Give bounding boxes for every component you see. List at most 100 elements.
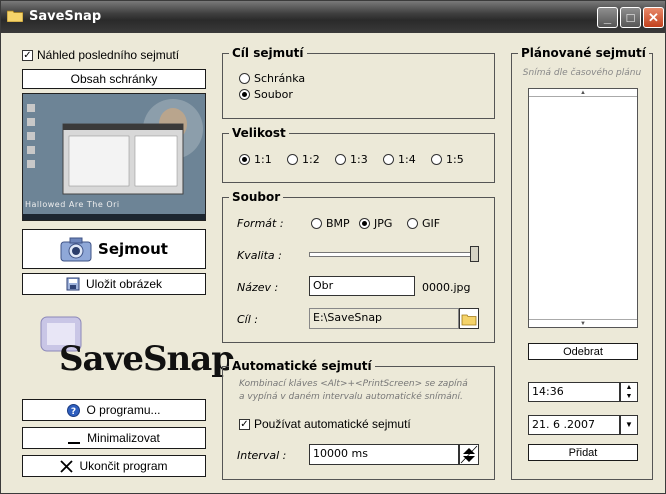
add-button[interactable]: Přidat xyxy=(528,444,638,461)
target-option-clipboard[interactable]: Schránka xyxy=(239,72,305,85)
svg-text:?: ? xyxy=(71,407,76,417)
planned-group: Plánované sejmutí Snímá dle časového plá… xyxy=(511,46,653,480)
planned-subtitle: Snímá dle časového plánu xyxy=(522,68,642,78)
app-logo: SaveSnap xyxy=(39,311,235,389)
size-option-label: 1:4 xyxy=(398,153,416,166)
planned-group-title: Plánované sejmutí xyxy=(518,46,649,60)
quality-slider-track xyxy=(309,252,479,257)
about-button-label: O programu... xyxy=(86,403,161,417)
target-option-clipboard-label: Schránka xyxy=(254,72,306,85)
app-window: SaveSnap _ □ ✕ ✓ Náhled posledního sejmu… xyxy=(0,0,666,494)
radio-icon xyxy=(407,218,418,229)
format-option-jpg[interactable]: JPG xyxy=(359,217,392,230)
save-image-icon xyxy=(66,277,80,291)
radio-selected-icon xyxy=(359,218,370,229)
scroll-down-icon[interactable]: ▼ xyxy=(529,319,637,327)
capture-button[interactable]: Sejmout xyxy=(22,229,206,269)
size-group: Velikost 1:1 1:2 1:3 1:4 1:5 xyxy=(222,126,495,183)
client-area: ✓ Náhled posledního sejmutí Obsah schrán… xyxy=(5,33,661,489)
remove-button[interactable]: Odebrat xyxy=(528,343,638,360)
radio-icon xyxy=(239,73,250,84)
spin-down-icon[interactable]: ▼ xyxy=(621,392,637,401)
size-option-label: 1:5 xyxy=(446,153,464,166)
camera-icon xyxy=(60,237,92,262)
auto-group: Automatické sejmutí Kombinací kláves <Al… xyxy=(222,359,495,480)
schedule-list[interactable]: ▲ ▼ xyxy=(528,88,638,328)
auto-hint-line1: Kombinací kláves <Alt>+<PrintScreen> se … xyxy=(239,379,468,389)
destination-label: Cíl : xyxy=(237,313,258,326)
interval-input[interactable]: 10000 ms xyxy=(309,444,459,465)
destination-path: E:\SaveSnap xyxy=(309,308,459,329)
help-icon: ? xyxy=(67,403,81,417)
radio-icon xyxy=(287,154,298,165)
clipboard-button[interactable]: Obsah schránky xyxy=(22,69,206,89)
scroll-up-icon[interactable]: ▲ xyxy=(529,89,637,97)
format-option-bmp[interactable]: BMP xyxy=(311,217,350,230)
target-option-file[interactable]: Soubor xyxy=(239,88,293,101)
preview-checkbox[interactable]: ✓ Náhled posledního sejmutí xyxy=(22,48,179,62)
file-group: Soubor Formát : BMP JPG GIF Kvalita : Ná… xyxy=(222,190,495,343)
preview-checkbox-label: Náhled posledního sejmutí xyxy=(37,48,180,62)
quality-slider-thumb[interactable] xyxy=(470,246,479,262)
size-option-label: 1:2 xyxy=(302,153,320,166)
date-dropdown-button[interactable]: ▼ xyxy=(620,415,638,435)
name-label: Název : xyxy=(237,281,279,294)
folder-icon xyxy=(7,10,23,22)
quality-label: Kvalita : xyxy=(237,249,282,262)
target-option-file-label: Soubor xyxy=(254,88,293,101)
format-option-gif[interactable]: GIF xyxy=(407,217,440,230)
about-button[interactable]: ? O programu... xyxy=(22,399,206,421)
save-image-button[interactable]: Uložit obrázek xyxy=(22,273,206,295)
radio-icon xyxy=(431,154,442,165)
logo-text: SaveSnap xyxy=(59,339,235,379)
add-button-label: Přidat xyxy=(568,446,598,459)
minimize-window-button[interactable]: _ xyxy=(597,7,618,28)
quality-slider[interactable] xyxy=(309,246,479,262)
checkbox-checked-icon: ✓ xyxy=(22,49,33,61)
capture-button-label: Sejmout xyxy=(98,240,168,258)
filename-suffix: 0000.jpg xyxy=(422,281,471,294)
radio-icon xyxy=(383,154,394,165)
target-group: Cíl sejmutí Schránka Soubor xyxy=(222,46,495,119)
size-option-label: 1:3 xyxy=(350,153,368,166)
radio-selected-icon xyxy=(239,89,250,100)
format-option-label: JPG xyxy=(374,217,393,230)
radio-icon xyxy=(311,218,322,229)
minimize-button[interactable]: Minimalizovat xyxy=(22,427,206,449)
chevron-down-icon: ▼ xyxy=(625,420,633,429)
checkbox-checked-icon: ✓ xyxy=(239,418,250,430)
radio-selected-icon xyxy=(239,154,250,165)
file-group-title: Soubor xyxy=(229,190,284,204)
time-input[interactable]: 14:36 xyxy=(528,382,620,402)
close-window-button[interactable]: ✕ xyxy=(643,7,664,28)
format-option-label: GIF xyxy=(422,217,441,230)
size-option-1-3[interactable]: 1:3 xyxy=(335,153,368,166)
size-group-title: Velikost xyxy=(229,126,289,140)
interval-label: Interval : xyxy=(237,449,287,462)
maximize-window-button[interactable]: □ xyxy=(620,7,641,28)
size-option-1-1[interactable]: 1:1 xyxy=(239,153,272,166)
title-bar[interactable]: SaveSnap _ □ ✕ xyxy=(1,1,665,33)
size-option-1-2[interactable]: 1:2 xyxy=(287,153,320,166)
folder-icon xyxy=(461,314,477,326)
auto-hint-line2: a vypíná v daném intervalu automatické s… xyxy=(239,392,463,402)
spin-updown-icon xyxy=(460,445,478,464)
auto-group-title: Automatické sejmutí xyxy=(229,359,375,373)
target-group-title: Cíl sejmutí xyxy=(229,46,307,60)
spin-up-icon[interactable]: ▲ xyxy=(621,383,637,392)
remove-button-label: Odebrat xyxy=(563,345,603,358)
size-option-1-5[interactable]: 1:5 xyxy=(431,153,464,166)
window-title: SaveSnap xyxy=(29,9,102,24)
minimize-icon xyxy=(68,441,81,444)
close-icon xyxy=(60,459,74,473)
browse-folder-button[interactable] xyxy=(459,308,479,329)
clipboard-button-label: Obsah schránky xyxy=(70,72,158,86)
filename-input[interactable]: Obr xyxy=(309,276,415,296)
quit-button[interactable]: Ukončit program xyxy=(22,455,206,477)
interval-spin-button[interactable] xyxy=(459,444,479,465)
auto-capture-checkbox[interactable]: ✓ Používat automatické sejmutí xyxy=(239,417,411,431)
date-input[interactable]: 21. 6 .2007 xyxy=(528,415,620,435)
size-option-1-4[interactable]: 1:4 xyxy=(383,153,416,166)
time-spinner[interactable]: ▲ ▼ xyxy=(620,382,638,402)
auto-capture-checkbox-label: Používat automatické sejmutí xyxy=(254,417,411,431)
